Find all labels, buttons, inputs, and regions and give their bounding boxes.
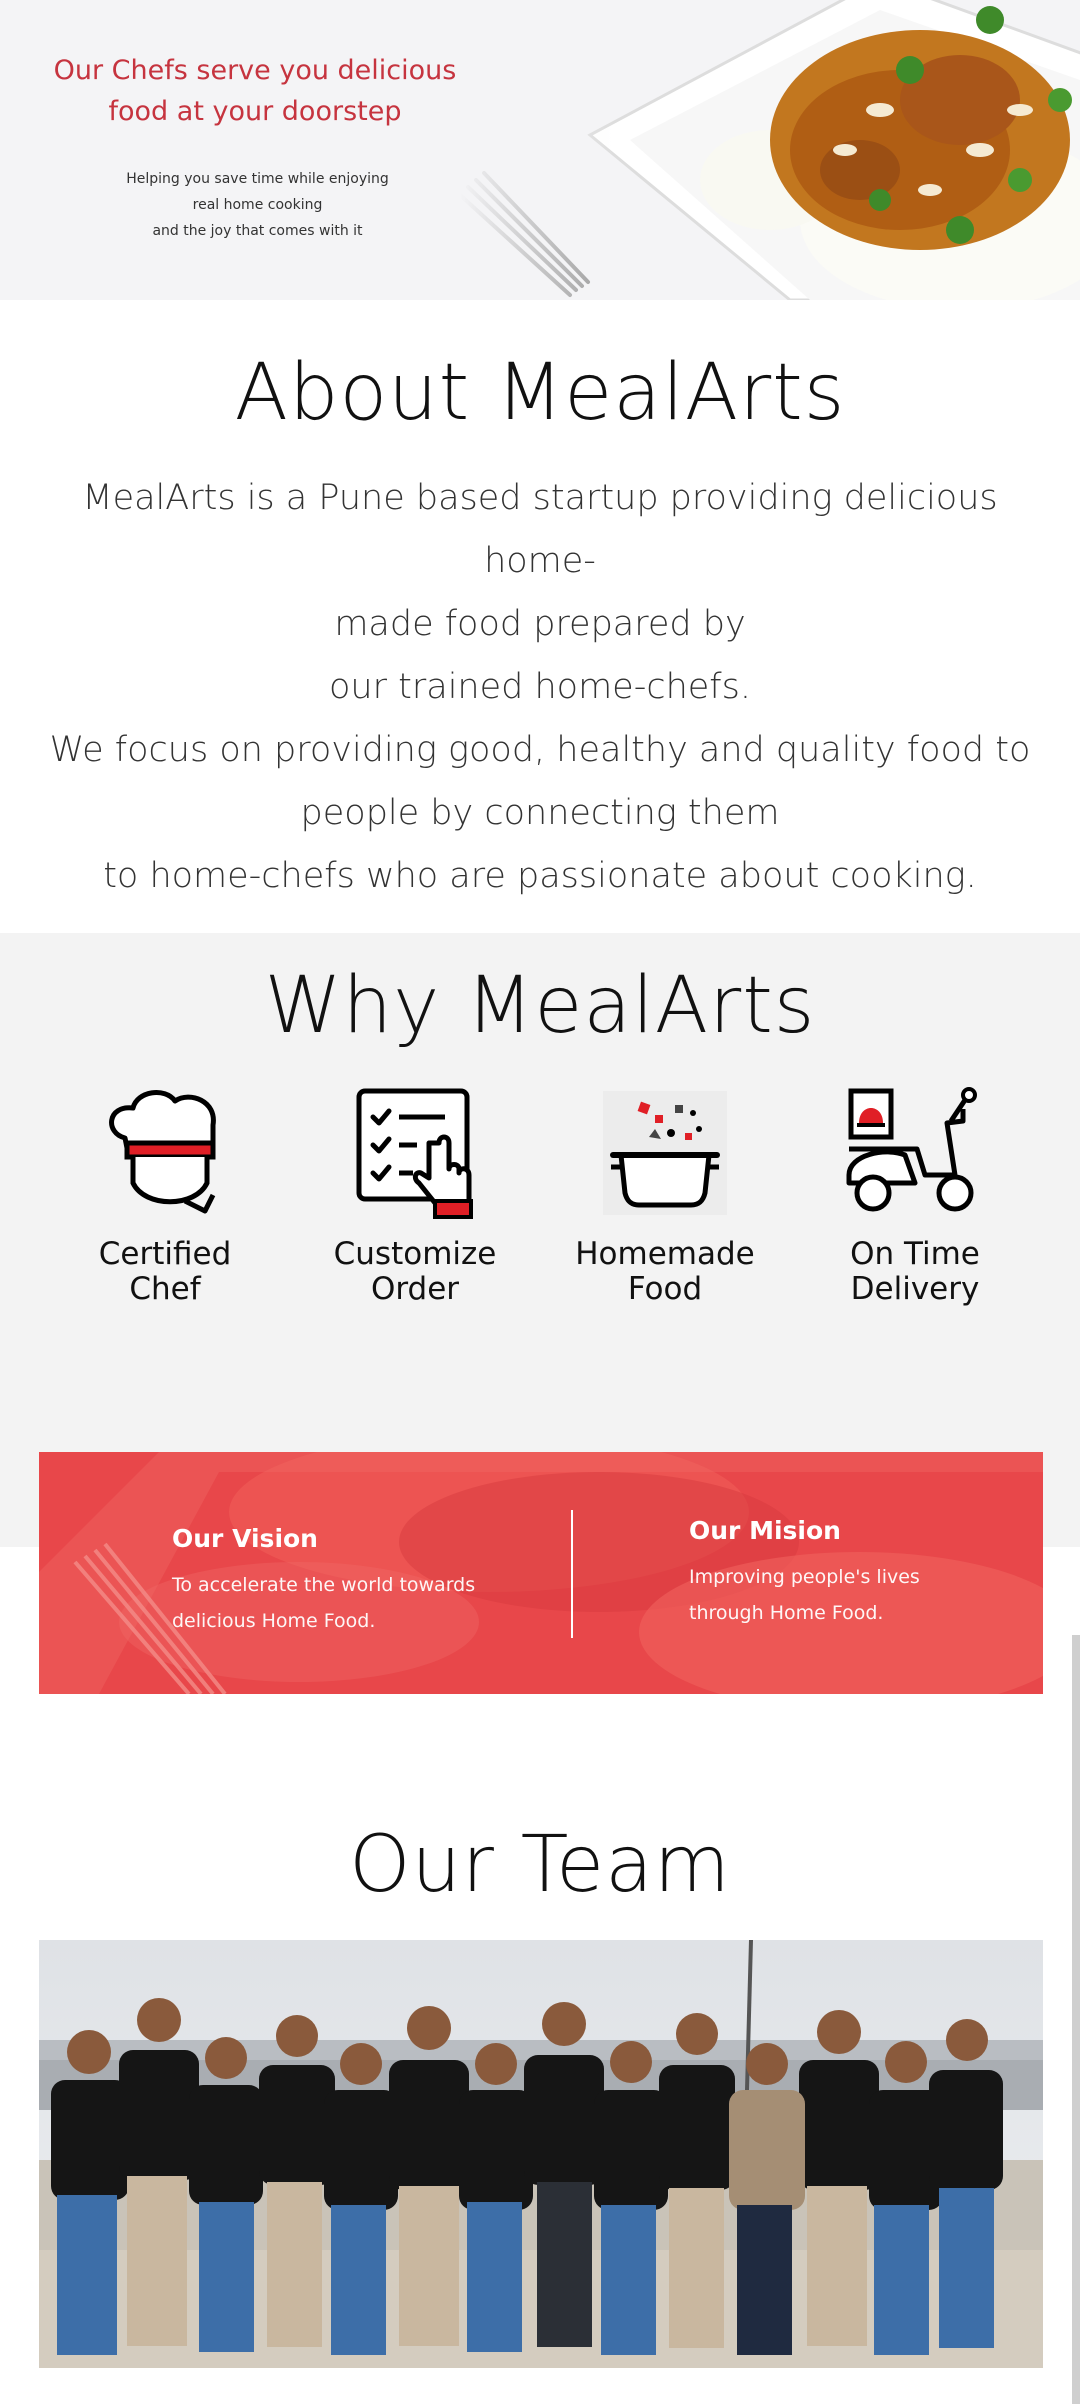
feature-label-line: Delivery bbox=[850, 1271, 980, 1307]
mission-block: Our Mision Improving people's lives thro… bbox=[689, 1516, 999, 1631]
about-line: our trained home-chefs. bbox=[329, 667, 751, 707]
mission-text-line: Improving people's lives bbox=[689, 1566, 920, 1588]
why-title: Why MealArts bbox=[264, 961, 816, 1051]
delivery-scooter-icon bbox=[846, 1087, 977, 1212]
vision-block: Our Vision To accelerate the world towar… bbox=[172, 1524, 482, 1639]
chef-hat-icon bbox=[109, 1090, 216, 1214]
about-line: MealArts is a Pune based startup providi… bbox=[82, 478, 998, 581]
hero-subtitle: Helping you save time while enjoying rea… bbox=[80, 166, 435, 244]
cooking-pot-icon bbox=[603, 1091, 727, 1215]
mission-title: Our Mision bbox=[689, 1516, 841, 1545]
hero-subtitle-line: real home cooking bbox=[192, 197, 323, 213]
hero-headline: Our Chefs serve you delicious food at yo… bbox=[40, 50, 470, 132]
about-line: made food prepared by bbox=[334, 604, 746, 644]
hero-subtitle-line: and the joy that comes with it bbox=[152, 223, 363, 239]
feature-label-line: On Time bbox=[850, 1236, 980, 1272]
mission-text-line: through Home Food. bbox=[689, 1602, 884, 1624]
feature-label-line: Food bbox=[627, 1271, 703, 1307]
team-photo bbox=[39, 1940, 1043, 2368]
feature-label-line: Certified bbox=[98, 1236, 232, 1272]
feature-homemade-food: Homemade Food bbox=[540, 1083, 790, 1307]
hero-subtitle-line: Helping you save time while enjoying bbox=[126, 171, 389, 187]
feature-certified-chef: Certified Chef bbox=[40, 1083, 290, 1307]
feature-label-line: Customize bbox=[333, 1236, 497, 1272]
vision-text-line: To accelerate the world towards bbox=[172, 1574, 476, 1596]
feature-label: Certified Chef bbox=[40, 1237, 290, 1307]
hero-headline-line: Our Chefs serve you delicious bbox=[53, 55, 457, 86]
about-description: MealArts is a Pune based startup providi… bbox=[30, 467, 1050, 908]
about-title: About MealArts bbox=[234, 348, 846, 438]
vision-text-line: delicious Home Food. bbox=[172, 1610, 376, 1632]
hero-banner: Our Chefs serve you delicious food at yo… bbox=[0, 0, 1080, 300]
team-group-image bbox=[39, 1940, 1043, 2368]
about-line: to home-chefs who are passionate about c… bbox=[103, 856, 977, 896]
vision-text: To accelerate the world towards deliciou… bbox=[172, 1567, 482, 1639]
feature-label-line: Chef bbox=[129, 1271, 201, 1307]
about-line: We focus on providing good, healthy and … bbox=[49, 730, 1031, 770]
vision-title: Our Vision bbox=[172, 1524, 318, 1553]
hero-food-image bbox=[460, 0, 1080, 300]
mission-text: Improving people's lives through Home Fo… bbox=[689, 1559, 999, 1631]
hero-headline-line: food at your doorstep bbox=[108, 96, 402, 127]
divider bbox=[571, 1510, 573, 1638]
about-line: people by connecting them bbox=[300, 793, 780, 833]
feature-label: Homemade Food bbox=[540, 1237, 790, 1307]
team-title: Our Team bbox=[349, 1820, 731, 1910]
feature-label: On Time Delivery bbox=[790, 1237, 1040, 1307]
checklist-icon bbox=[356, 1088, 473, 1219]
feature-label: Customize Order bbox=[290, 1237, 540, 1307]
feature-label-line: Order bbox=[370, 1271, 460, 1307]
feature-on-time-delivery: On Time Delivery bbox=[790, 1083, 1040, 1307]
feature-label-line: Homemade bbox=[575, 1236, 755, 1272]
vision-mission-banner: Our Vision To accelerate the world towar… bbox=[39, 1452, 1043, 1694]
feature-customize-order: Customize Order bbox=[290, 1083, 540, 1307]
page-scrollbar[interactable] bbox=[1072, 1635, 1080, 2404]
